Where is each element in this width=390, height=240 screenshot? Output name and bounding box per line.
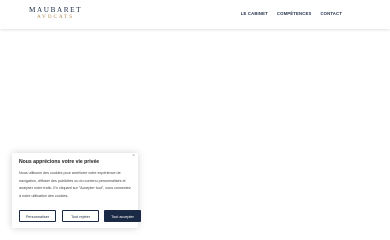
cookie-consent-banner: × Nous apprécions votre vie privée Nous …	[12, 153, 141, 228]
nav-item-contact[interactable]: CONTACT	[320, 11, 342, 17]
close-icon[interactable]: ×	[132, 153, 135, 159]
site-header: MAUBARET AVOCATS LE CABINET COMPÉTENCES …	[0, 0, 390, 29]
cookie-description: Nous utilisons des cookies pour améliore…	[19, 171, 131, 198]
logo-name: MAUBARET	[29, 6, 83, 14]
nav-item-le-cabinet[interactable]: LE CABINET	[241, 11, 268, 17]
customize-button[interactable]: Personnaliser	[19, 210, 56, 222]
main-nav: LE CABINET COMPÉTENCES CONTACT	[241, 11, 342, 17]
nav-item-competences[interactable]: COMPÉTENCES	[277, 11, 312, 17]
reject-all-button[interactable]: Tout rejeter	[62, 210, 99, 222]
cookie-title: Nous apprécions votre vie privée	[19, 159, 100, 165]
site-logo[interactable]: MAUBARET AVOCATS	[29, 6, 83, 21]
accept-all-button[interactable]: Tout accepter	[104, 210, 141, 222]
logo-subtitle: AVOCATS	[36, 14, 75, 20]
